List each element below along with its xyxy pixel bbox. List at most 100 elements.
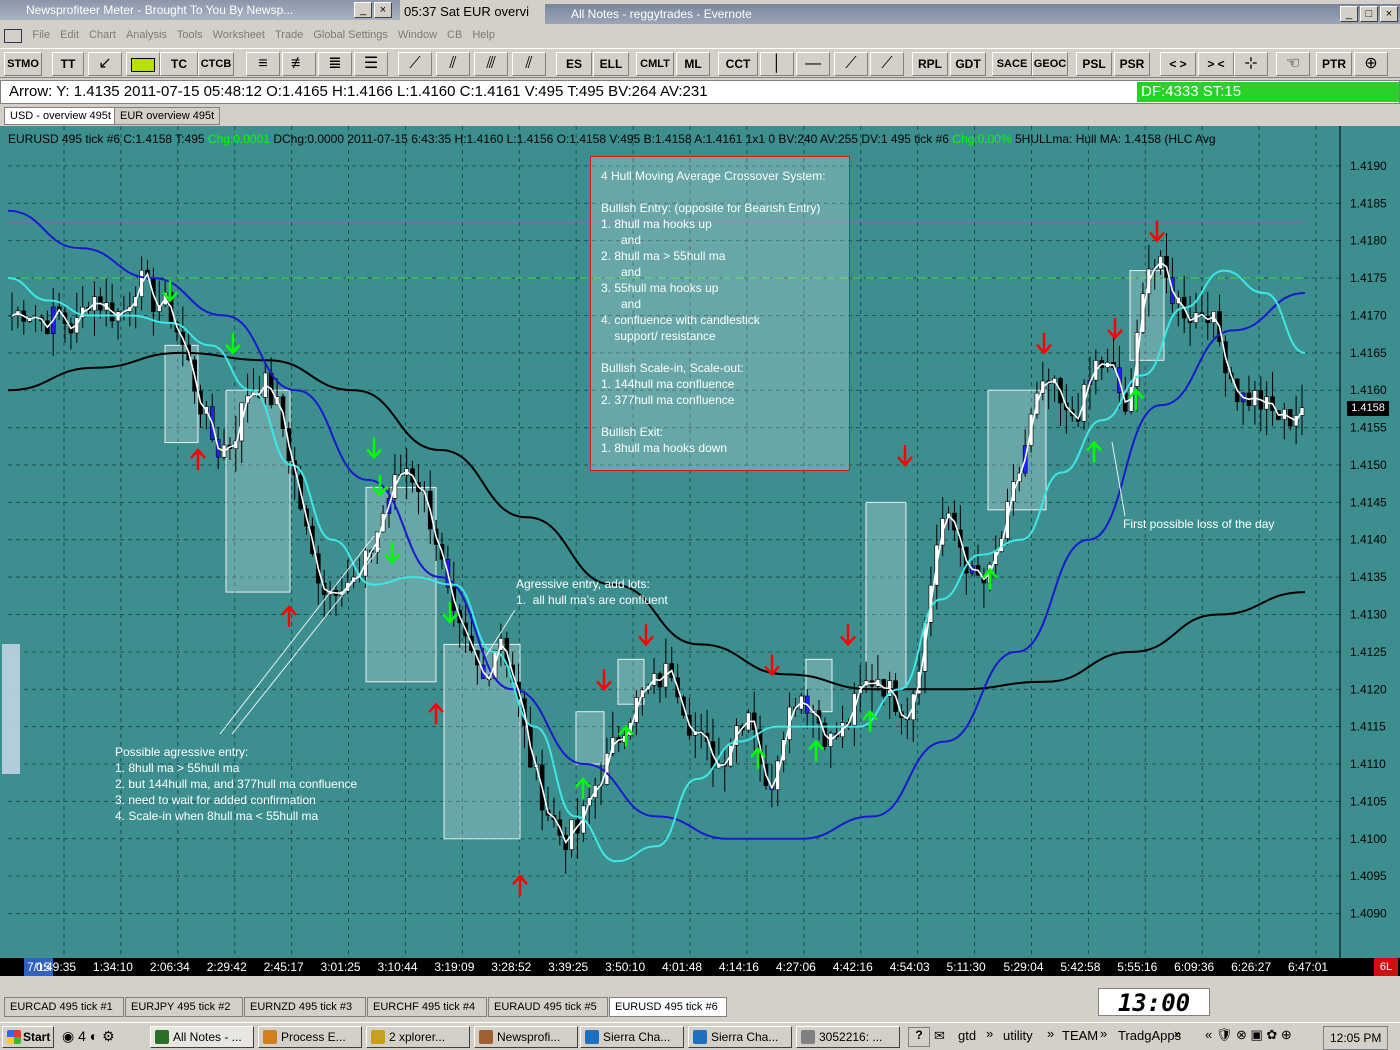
help-icon[interactable]: ? <box>908 1027 930 1047</box>
header-study: 5HULLma: Hull MA: 1.4158 (HLC Avg <box>1015 132 1216 146</box>
crosshair-tool-icon[interactable]: ⊕ <box>1354 52 1388 76</box>
quicklaunch-icons[interactable]: ◉ 4 ◐ ⚙ <box>62 1028 115 1045</box>
symbol-tab[interactable]: EURCAD 495 tick #1 <box>4 997 124 1017</box>
toolbar-button-rpl[interactable]: RPL <box>912 52 948 76</box>
header-change-pct: Chg:0.00% <box>952 132 1012 146</box>
tray-icon[interactable]: ✉ <box>934 1028 945 1044</box>
tray-toolbar-item[interactable]: TradgApps <box>1118 1028 1181 1043</box>
toolbar-button-ell[interactable]: ELL <box>593 52 629 76</box>
fib-extension-icon[interactable]: ≣ <box>318 52 352 76</box>
symbol-tab[interactable]: EURUSD 495 tick #6 <box>609 997 727 1017</box>
menu-window[interactable]: Window <box>393 25 442 45</box>
taskbar-item[interactable]: 3052216: ... <box>796 1026 900 1048</box>
tray-toolbar-item[interactable]: gtd <box>958 1028 976 1043</box>
tray-toolbar-item[interactable]: utility <box>1003 1028 1033 1043</box>
toolbar-button-geoc[interactable]: GEOC <box>1032 52 1068 76</box>
toolbar-button-ctcb[interactable]: CTCB <box>198 52 234 76</box>
price-chart[interactable]: 1.4190 1.4185 1.4180 1.4175 1.4170 1.4165 1.41… <box>0 126 1400 958</box>
time-label: 3:10:44 <box>377 960 418 974</box>
menu-worksheet[interactable]: Worksheet <box>208 25 270 45</box>
symbol-tab[interactable]: EURNZD 495 tick #3 <box>244 997 366 1017</box>
taskbar-item[interactable]: Process E... <box>258 1026 362 1048</box>
tray-toolbar-item[interactable]: TEAM <box>1062 1028 1098 1043</box>
toolbar-button-psl[interactable]: PSL <box>1076 52 1112 76</box>
fib-time-icon[interactable]: ☰ <box>354 52 388 76</box>
taskbar-item[interactable]: 2 xplorer... <box>366 1026 470 1048</box>
toolbar-button-es[interactable]: ES <box>556 52 592 76</box>
tray-icons[interactable]: « 🛡 ⊗ ▣ ✿ ⊕ <box>1205 1027 1292 1043</box>
close-button[interactable]: × <box>374 2 392 18</box>
ray-icon[interactable]: ⟋ <box>834 52 868 76</box>
maximize-button[interactable]: □ <box>1360 6 1378 22</box>
channel-icon[interactable]: ⫽ <box>436 52 470 76</box>
chevron-icon[interactable]: » <box>1100 1026 1107 1041</box>
fib-tool-icon[interactable]: ≡ <box>246 52 280 76</box>
time-label: 3:01:25 <box>320 960 361 974</box>
note-line: 3. 55hull ma hooks up <box>601 281 719 295</box>
start-button[interactable]: Start <box>2 1026 54 1048</box>
crosshair-icon[interactable]: ⊹ <box>1234 52 1268 76</box>
symbol-tab[interactable]: EURJPY 495 tick #2 <box>125 997 243 1017</box>
price-label: 1.4170 <box>1350 308 1387 322</box>
chevron-icon[interactable]: » <box>1174 1026 1181 1041</box>
minimize-button[interactable]: _ <box>354 2 372 18</box>
header-symbol: EURUSD 495 tick #6 C:1.4158 T:495 <box>8 132 205 146</box>
parallel-line-icon[interactable]: ⟋ <box>398 52 432 76</box>
chartbook-tabs: USD - overview 495t EUR overview 495t <box>0 105 1400 125</box>
fib-fan-icon[interactable]: ≢ <box>282 52 316 76</box>
menu-tools[interactable]: Tools <box>172 25 208 45</box>
chevron-icon[interactable]: » <box>1047 1026 1054 1041</box>
extended-line-icon[interactable]: ⟋ <box>870 52 904 76</box>
menu-edit[interactable]: Edit <box>55 25 84 45</box>
down-arrow-icon <box>897 444 913 467</box>
taskbar-item[interactable]: Sierra Cha... <box>688 1026 792 1048</box>
chartbook-tab[interactable]: USD - overview 495t <box>4 107 117 125</box>
close-button[interactable]: × <box>1380 6 1398 22</box>
toolbar-button-tc[interactable]: TC <box>160 52 198 76</box>
app-icon <box>263 1030 277 1044</box>
menu-global-settings[interactable]: Global Settings <box>308 25 393 45</box>
chevron-icon[interactable]: » <box>986 1026 993 1041</box>
aggressive-entry-note: Agressive entry, add lots: 1. all hull ma… <box>516 576 668 608</box>
toolbar-button-cmlt[interactable]: CMLT <box>636 52 674 76</box>
hand-icon[interactable]: ☜ <box>1276 52 1310 76</box>
toolbar-button-sace[interactable]: SACE <box>992 52 1032 76</box>
price-label: 1.4095 <box>1350 869 1387 883</box>
minimize-button[interactable]: _ <box>1340 6 1358 22</box>
toolbar-button-cct[interactable]: CCT <box>718 52 758 76</box>
symbol-tab[interactable]: EURCHF 495 tick #4 <box>367 997 487 1017</box>
line-tool-icon[interactable]: ↙ <box>88 52 122 76</box>
menu-analysis[interactable]: Analysis <box>121 25 172 45</box>
price-label: 1.4120 <box>1350 682 1387 696</box>
side-tool-strip[interactable] <box>2 644 20 774</box>
menu-trade[interactable]: Trade <box>270 25 308 45</box>
pitchfork-icon[interactable]: ⫻ <box>474 52 508 76</box>
chartbook-tab[interactable]: EUR overview 495t <box>114 107 221 125</box>
rectangle-tool-icon[interactable] <box>126 52 160 76</box>
taskbar-item[interactable]: Sierra Cha... <box>580 1026 684 1048</box>
note-line: 1. 8hull ma hooks up <box>601 217 712 231</box>
symbol-tab[interactable]: EURAUD 495 tick #5 <box>488 997 608 1017</box>
toolbar-button-gdt[interactable]: GDT <box>950 52 986 76</box>
down-arrow-icon <box>596 669 612 692</box>
price-label: 1.4090 <box>1350 907 1387 921</box>
toolbar-button-[interactable]: > < <box>1198 52 1234 76</box>
taskbar-item[interactable]: Newsprofi... <box>474 1026 578 1048</box>
back-window-titlebar[interactable]: Newsprofiteer Meter - Brought To You By … <box>0 0 400 20</box>
clock-display: 13:00 <box>1098 988 1210 1017</box>
horizontal-line-icon[interactable]: — <box>796 52 830 76</box>
evernote-titlebar[interactable]: All Notes - reggytrades - Evernote _ □ × <box>545 4 1400 24</box>
menu-cb[interactable]: CB <box>442 25 467 45</box>
toolbar-button-ptr[interactable]: PTR <box>1316 52 1352 76</box>
menu-chart[interactable]: Chart <box>84 25 121 45</box>
menu-help[interactable]: Help <box>467 25 500 45</box>
multi-line-icon[interactable]: ⫽ <box>512 52 546 76</box>
toolbar-button-ml[interactable]: ML <box>676 52 710 76</box>
taskbar-item[interactable]: All Notes - ... <box>150 1026 254 1048</box>
vertical-line-icon[interactable]: │ <box>760 52 794 76</box>
toolbar-button-tt[interactable]: TT <box>52 52 84 76</box>
toolbar-button-[interactable]: < > <box>1160 52 1196 76</box>
stmo-button[interactable]: STMO <box>4 52 42 76</box>
menu-file[interactable]: File <box>27 25 55 45</box>
toolbar-button-psr[interactable]: PSR <box>1114 52 1150 76</box>
